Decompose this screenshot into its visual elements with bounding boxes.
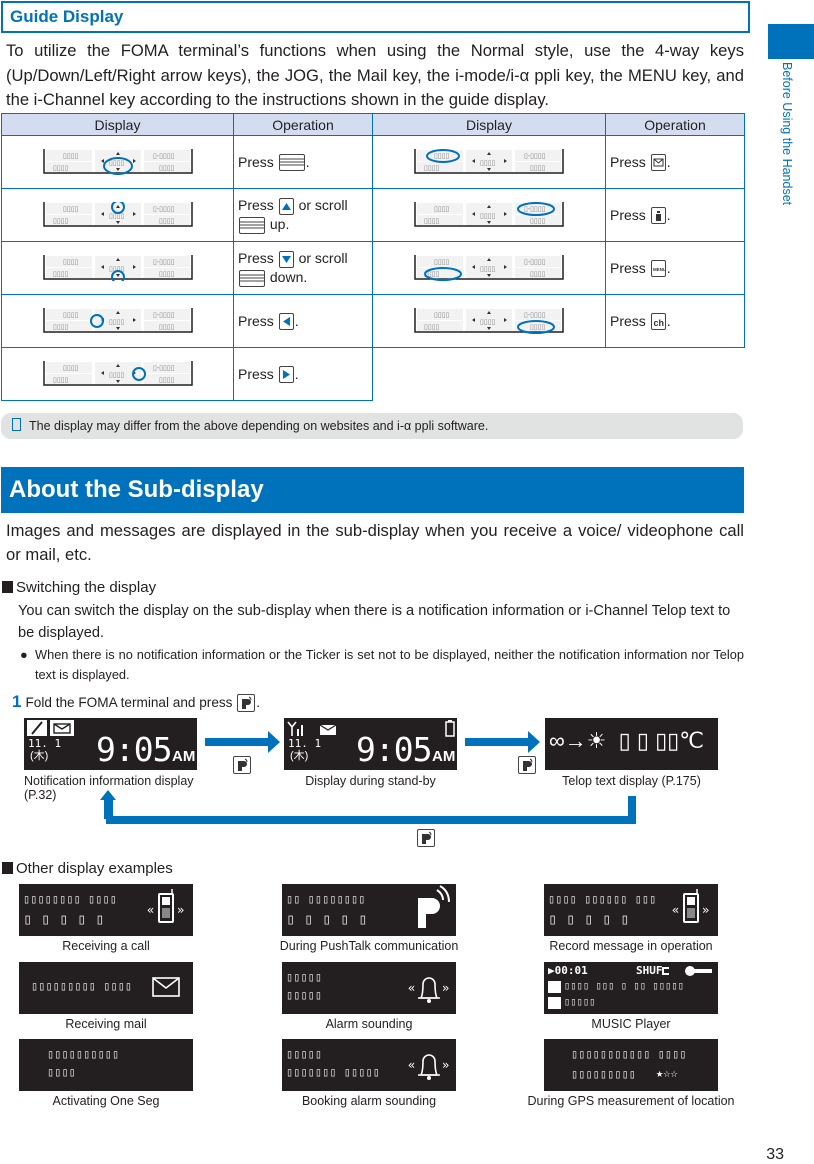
example-caption: Activating One Seg <box>52 1094 160 1108</box>
svg-text:»: » <box>177 903 184 917</box>
example-line-1: ▯▯▯▯▯ <box>286 1047 323 1061</box>
example-line-1: ▯▯ ▯▯▯▯▯▯▯▯ <box>286 892 366 906</box>
example-screen: ▯▯▯▯▯▯▯▯▯▯ ▯▯▯▯ <box>19 1039 193 1091</box>
phone-ringing-icon: «» <box>672 889 709 923</box>
example-screen: ▯▯▯▯▯ ▯▯▯▯▯▯▯ ▯▯▯▯▯ «» <box>282 1039 456 1091</box>
gps-strength-stars: ★☆☆ <box>656 1066 678 1080</box>
pushtalk-key-icon <box>518 756 537 774</box>
example-caption: During GPS measurement of location <box>527 1094 735 1108</box>
example-line-2: ▯▯▯▯▯▯▯▯▯ <box>571 1067 637 1081</box>
arrow-return-rise <box>104 799 113 819</box>
example-line-2: ▯▯▯▯▯ <box>286 988 323 1002</box>
svg-text:«: « <box>408 981 415 995</box>
arrow-right-2 <box>465 738 530 746</box>
arrow-right-1 <box>205 738 270 746</box>
mail-icon <box>152 977 180 997</box>
example-line-1: ▯▯▯▯▯▯▯▯▯▯ <box>47 1047 120 1061</box>
examples-title: Other display examples <box>16 860 173 877</box>
alarm-bell-icon: «» <box>408 977 449 1003</box>
music-player-icons <box>548 966 712 1009</box>
example-caption: During PushTalk communication <box>279 939 459 953</box>
example-line-1: ▯▯▯▯▯▯▯▯▯▯▯ ▯▯▯▯ <box>571 1047 687 1061</box>
pushtalk-key-icon <box>233 756 251 774</box>
example-line-1: ▯▯▯▯▯▯▯▯ ▯▯▯▯ <box>23 892 117 906</box>
svg-text:»: » <box>442 1058 449 1072</box>
example-screen: ▯▯▯▯▯▯▯▯ ▯▯▯▯ ▯ ▯ ▯ ▯ ▯ «» <box>19 884 193 936</box>
svg-text:«: « <box>408 1058 415 1072</box>
page-number: 33 <box>766 1146 784 1163</box>
arrow-head-up <box>100 790 116 800</box>
example-line-1: ▯▯▯▯ ▯▯▯▯▯▯ ▯▯▯ <box>548 892 657 906</box>
example-screen: ▯▯▯▯▯▯▯▯▯ ▯▯▯▯ <box>19 962 193 1014</box>
example-line-2: ▯ ▯ ▯ ▯ ▯ <box>548 910 630 928</box>
phone-ringing-icon: «» <box>147 889 184 923</box>
example-line-1: ▯▯▯▯▯▯▯▯▯ ▯▯▯▯ <box>31 979 133 993</box>
svg-text:«: « <box>672 903 679 917</box>
example-caption: Record message in operation <box>549 939 713 953</box>
flow-arrows <box>100 731 636 824</box>
arrow-head-right-2 <box>528 731 540 753</box>
svg-text:»: » <box>702 903 709 917</box>
example-line-2: ▯▯▯▯ <box>47 1065 76 1079</box>
alarm-bell-icon: «» <box>408 1054 449 1080</box>
arrow-head-right-1 <box>268 731 280 753</box>
square-bullet-icon <box>2 862 13 874</box>
example-screen: ▯▯▯▯▯▯▯▯▯▯▯ ▯▯▯▯ ▯▯▯▯▯▯▯▯▯ ★☆☆ <box>544 1039 718 1091</box>
example-screen: ▯▯▯▯▯ ▯▯▯▯▯ «» <box>282 962 456 1014</box>
svg-text:«: « <box>147 903 154 917</box>
example-caption: Receiving mail <box>65 1017 147 1031</box>
svg-text:»: » <box>442 981 449 995</box>
examples-heading: Other display examples <box>2 860 173 877</box>
arrow-return-horizontal <box>106 816 636 824</box>
example-caption: Receiving a call <box>62 939 150 953</box>
pushtalk-key-icon <box>416 829 435 847</box>
example-caption: Alarm sounding <box>325 1017 413 1031</box>
example-screen: ▶00:01 SHUF ▯▯▯▯ ▯▯▯ ▯ ▯▯ ▯▯▯▯▯ ▯▯▯▯▯ <box>544 962 718 1014</box>
pushtalk-icon <box>418 885 450 928</box>
example-line-1: ▯▯▯▯▯ <box>286 970 323 984</box>
example-line-2: ▯▯▯▯▯▯▯ ▯▯▯▯▯ <box>286 1065 380 1079</box>
example-screen: ▯▯▯▯ ▯▯▯▯▯▯ ▯▯▯ ▯ ▯ ▯ ▯ ▯ «» <box>544 884 718 936</box>
example-line-2: ▯ ▯ ▯ ▯ ▯ <box>286 910 368 928</box>
example-line-2: ▯ ▯ ▯ ▯ ▯ <box>23 910 105 928</box>
example-screen: ▯▯ ▯▯▯▯▯▯▯▯ ▯ ▯ ▯ ▯ ▯ <box>282 884 456 936</box>
example-caption: MUSIC Player <box>591 1017 671 1031</box>
example-caption: Booking alarm sounding <box>301 1094 437 1108</box>
